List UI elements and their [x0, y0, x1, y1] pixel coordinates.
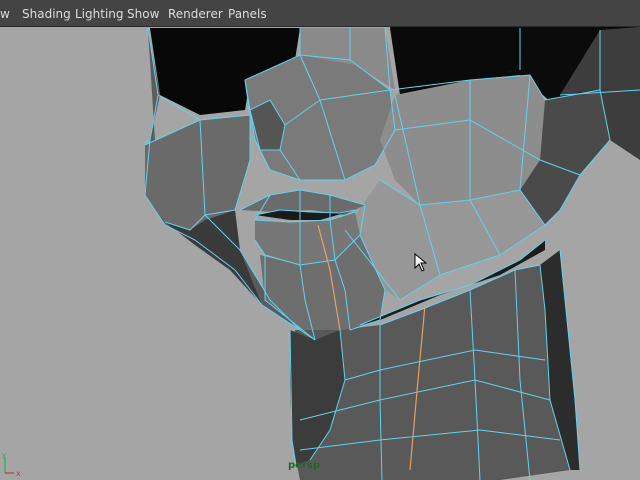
menu-panels[interactable]: Panels [228, 7, 267, 21]
axis-gizmo-icon: y x [2, 451, 21, 478]
panel-menu-bar: w Shading Lighting Show Renderer Panels [0, 0, 640, 27]
perspective-viewport[interactable]: y x persp [0, 27, 640, 480]
menu-renderer[interactable]: Renderer [168, 7, 223, 21]
menu-shading[interactable]: Shading [22, 7, 71, 21]
camera-name-label: persp [288, 460, 320, 471]
polygon-mesh-wireframe[interactable] [0, 27, 640, 480]
menu-lighting[interactable]: Lighting [75, 7, 124, 21]
axis-x-label: x [16, 469, 21, 478]
axis-y-label: y [2, 451, 6, 459]
menu-show[interactable]: Show [127, 7, 159, 21]
menu-view[interactable]: w [0, 7, 10, 21]
mouse-pointer-icon [414, 253, 428, 272]
maya-application: w Shading Lighting Show Renderer Panels [0, 0, 640, 480]
